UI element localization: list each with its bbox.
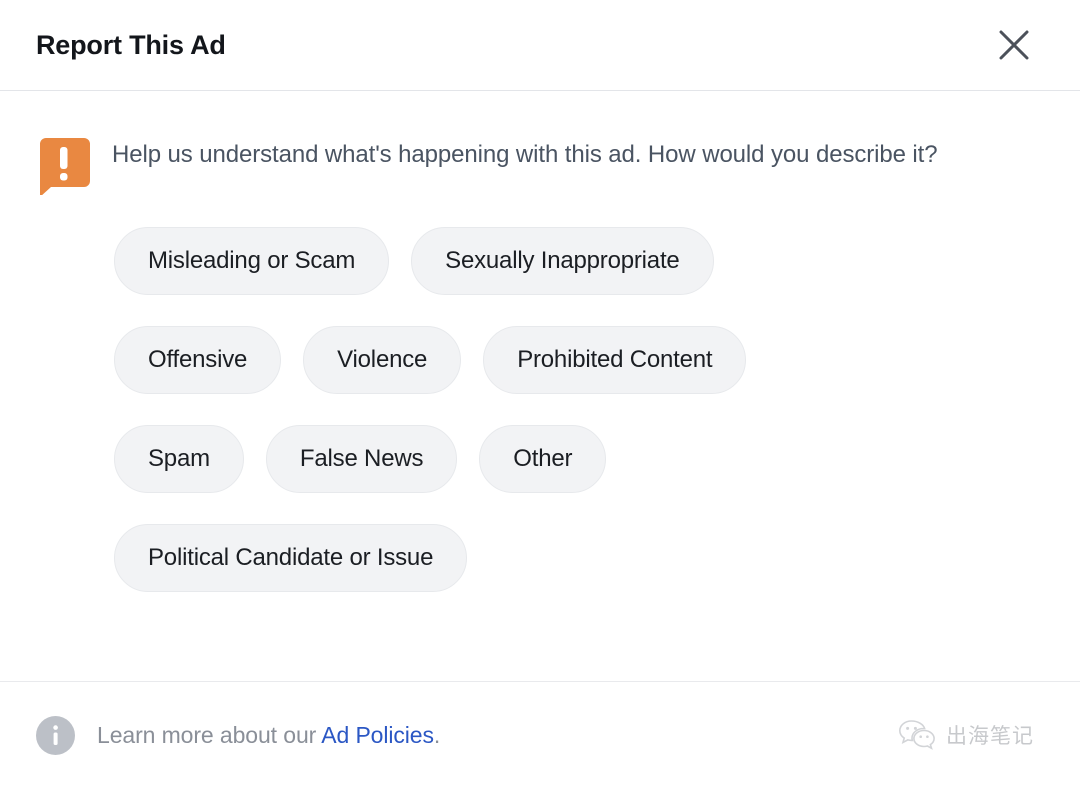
option-row-4: Political Candidate or Issue bbox=[114, 524, 1044, 592]
alert-speech-bubble-icon bbox=[36, 138, 92, 195]
option-chip-sexually-inappropriate[interactable]: Sexually Inappropriate bbox=[411, 227, 713, 295]
learn-more-suffix: . bbox=[434, 722, 440, 748]
option-row-2: Offensive Violence Prohibited Content bbox=[114, 326, 1044, 394]
option-chip-misleading-or-scam[interactable]: Misleading or Scam bbox=[114, 227, 389, 295]
learn-more-prefix: Learn more about our bbox=[97, 722, 321, 748]
watermark: 出海笔记 bbox=[898, 719, 1034, 751]
option-chip-political-candidate-or-issue[interactable]: Political Candidate or Issue bbox=[114, 524, 467, 592]
report-ad-dialog: Report This Ad Help us understand what's… bbox=[0, 0, 1080, 788]
report-options-group: Misleading or Scam Sexually Inappropriat… bbox=[36, 227, 1044, 592]
dialog-header: Report This Ad bbox=[0, 0, 1080, 91]
option-chip-prohibited-content[interactable]: Prohibited Content bbox=[483, 326, 746, 394]
wechat-icon bbox=[898, 719, 936, 751]
learn-more-text: Learn more about our Ad Policies. bbox=[97, 722, 898, 749]
option-chip-violence[interactable]: Violence bbox=[303, 326, 461, 394]
ad-policies-link[interactable]: Ad Policies bbox=[321, 722, 434, 748]
prompt-text: Help us understand what's happening with… bbox=[112, 135, 937, 173]
option-row-1: Misleading or Scam Sexually Inappropriat… bbox=[114, 227, 1044, 295]
page-title: Report This Ad bbox=[36, 32, 988, 59]
option-chip-other[interactable]: Other bbox=[479, 425, 606, 493]
option-row-3: Spam False News Other bbox=[114, 425, 1044, 493]
watermark-label: 出海笔记 bbox=[946, 720, 1034, 750]
dialog-footer: Learn more about our Ad Policies. 出海笔记 bbox=[0, 681, 1080, 788]
dialog-body: Help us understand what's happening with… bbox=[0, 91, 1080, 592]
option-chip-offensive[interactable]: Offensive bbox=[114, 326, 281, 394]
close-button[interactable] bbox=[988, 19, 1040, 71]
close-icon bbox=[997, 28, 1031, 62]
prompt-row: Help us understand what's happening with… bbox=[36, 135, 1044, 195]
option-chip-false-news[interactable]: False News bbox=[266, 425, 457, 493]
info-icon bbox=[36, 716, 75, 755]
option-chip-spam[interactable]: Spam bbox=[114, 425, 244, 493]
